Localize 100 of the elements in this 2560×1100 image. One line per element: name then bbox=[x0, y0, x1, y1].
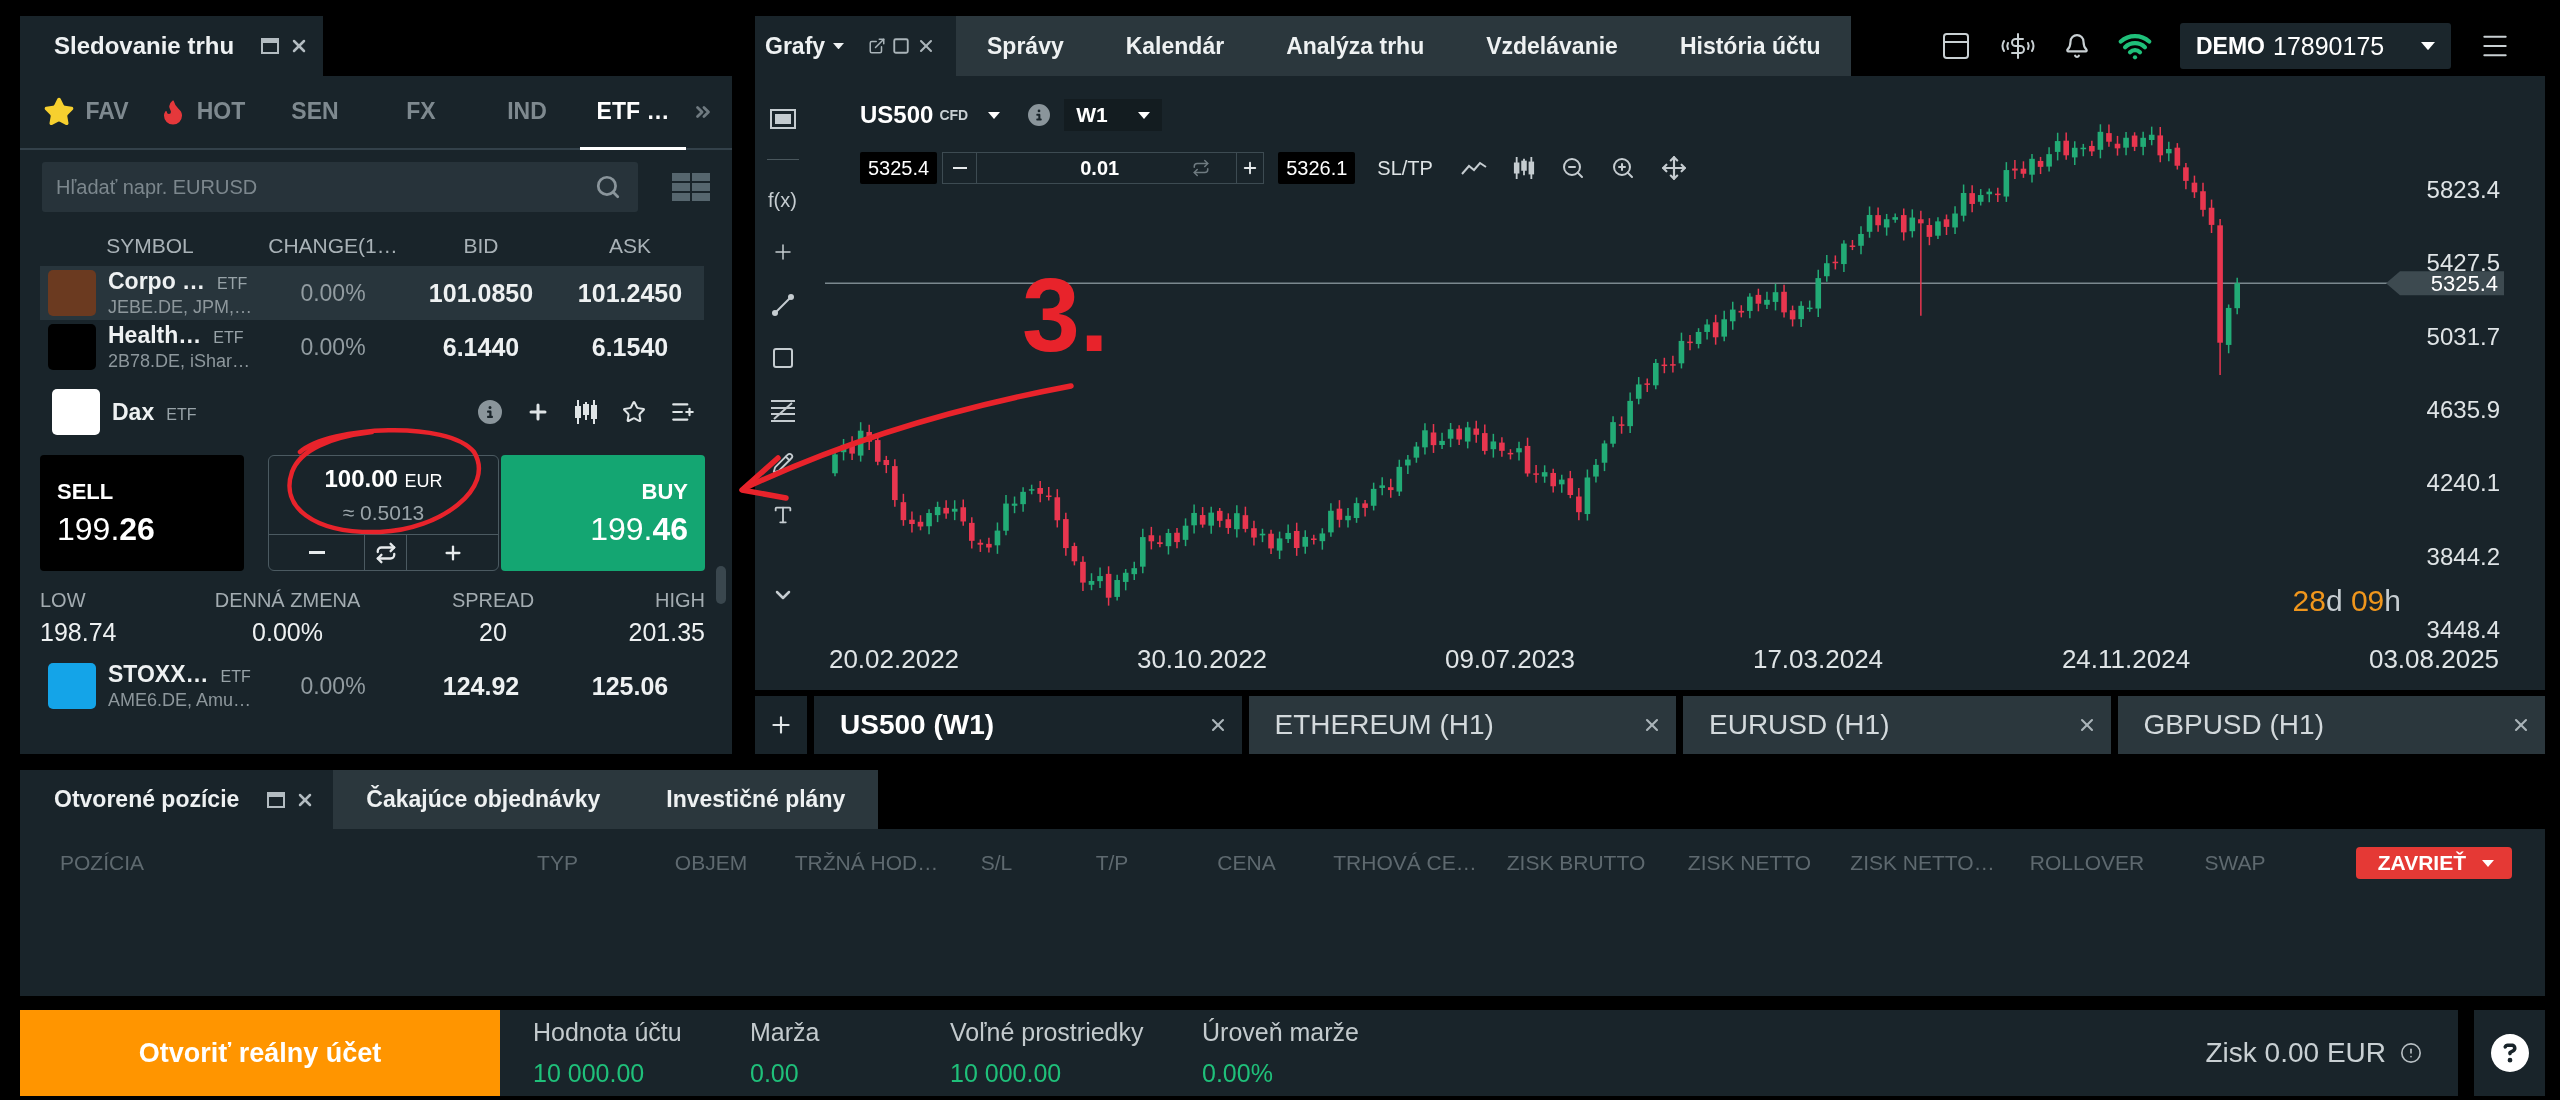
date-axis-label: 24.11.2024 bbox=[2061, 644, 2191, 674]
instrument-type: ETF bbox=[213, 329, 244, 347]
help-button[interactable] bbox=[2474, 1010, 2545, 1096]
instrument-type: ETF bbox=[217, 275, 248, 293]
popout-icon[interactable] bbox=[868, 37, 886, 55]
info-icon[interactable] bbox=[478, 400, 502, 424]
column-header: S/L bbox=[979, 851, 1014, 875]
candlestick-icon[interactable] bbox=[1512, 157, 1535, 179]
zoom-out-icon[interactable] bbox=[1560, 156, 1585, 180]
candle-countdown: 28d 09h bbox=[2292, 584, 2401, 617]
column-header: ROLLOVER bbox=[2028, 851, 2146, 875]
price-axis-label: 5031.7 bbox=[2426, 322, 2500, 350]
column-header: ZISK NETTO bbox=[1686, 851, 1813, 875]
candlestick-icon[interactable] bbox=[574, 400, 598, 424]
sltp-button[interactable]: SL/TP bbox=[1369, 156, 1441, 180]
price-axis-label: 3844.2 bbox=[2426, 542, 2500, 570]
bid-cell-text: 101.0850 bbox=[427, 278, 535, 308]
date-axis-label: 03.08.2025 bbox=[2368, 644, 2500, 674]
column-header: ASK bbox=[608, 234, 652, 258]
add-chart-button[interactable] bbox=[755, 696, 807, 754]
watchlist-row[interactable]: Health… ETF 2B78.DE, iShar… 0.00% 6.1440 6.1540 bbox=[40, 320, 704, 374]
dollar-signal-icon[interactable] bbox=[2000, 33, 2036, 59]
sell-price-button[interactable]: 5325.4 bbox=[860, 152, 938, 184]
stat-label: HIGH bbox=[655, 589, 705, 612]
bell-icon[interactable] bbox=[2064, 33, 2090, 59]
nav-tab[interactable]: Kalendár bbox=[1094, 16, 1256, 76]
maximize-icon[interactable] bbox=[267, 791, 286, 808]
column-header: CENA bbox=[1216, 851, 1277, 875]
levels-icon[interactable] bbox=[770, 400, 795, 422]
positions-tab[interactable]: Investičné plány bbox=[633, 770, 879, 829]
column-header: ZISK BRUTTO bbox=[1505, 851, 1647, 875]
nav-tab[interactable]: Analýza trhu bbox=[1255, 16, 1456, 76]
nav-tab[interactable]: História účtu bbox=[1648, 16, 1852, 76]
swap-arrows-icon bbox=[374, 541, 397, 564]
pencil-icon[interactable] bbox=[771, 452, 794, 474]
close-positions-button[interactable]: ZAVRIEŤ bbox=[2355, 847, 2512, 879]
ask-cell-text: 6.1540 bbox=[590, 332, 670, 362]
minus-icon bbox=[308, 551, 325, 554]
chart-tab[interactable]: EURUSD (H1) bbox=[1683, 696, 2111, 754]
column-header: OBJEM bbox=[673, 851, 749, 875]
caret-icon bbox=[2482, 859, 2494, 867]
positions-tab[interactable]: Otvorené pozície bbox=[20, 770, 334, 829]
column-header: ZISK NETTO… bbox=[1849, 851, 1996, 875]
price-axis-label: 4240.1 bbox=[2426, 469, 2500, 497]
summary-value: 0.00% bbox=[1202, 1059, 1274, 1088]
scrollbar-thumb[interactable] bbox=[716, 566, 726, 604]
symbol-dropdown[interactable]: US500 CFD bbox=[860, 101, 1001, 129]
chart-tab[interactable]: ETHEREUM (H1) bbox=[1248, 696, 1676, 754]
chart-tab[interactable]: GBPUSD (H1) bbox=[2117, 696, 2545, 754]
category-tab[interactable]: IND bbox=[474, 76, 580, 150]
summary-value: 10 000.00 bbox=[533, 1059, 646, 1088]
summary-value: 0.00 bbox=[750, 1059, 800, 1088]
chart-tab[interactable]: US500 (W1) bbox=[814, 696, 1242, 754]
grid-view-icon[interactable] bbox=[672, 173, 710, 201]
info-icon[interactable] bbox=[1028, 104, 1051, 126]
move-icon[interactable] bbox=[1660, 155, 1687, 181]
search-field[interactable]: Hľadať napr. EURUSD bbox=[42, 162, 638, 212]
category-tab[interactable]: HOT bbox=[142, 76, 262, 150]
swap-arrows-icon bbox=[1192, 159, 1211, 177]
screen-icon[interactable] bbox=[769, 109, 796, 129]
maximize-icon[interactable] bbox=[892, 37, 910, 55]
symbol-name: STOXX… bbox=[108, 661, 209, 688]
stat-value: 198.74 bbox=[40, 618, 117, 647]
nav-tab[interactable]: Vzdelávanie bbox=[1455, 16, 1649, 76]
watchlist-row[interactable]: STOXX… ETF AME6.DE, Amu… 0.00% 124.92 125.06 bbox=[40, 659, 704, 713]
account-dropdown[interactable]: DEMO 17890175 bbox=[2180, 23, 2451, 69]
stat-label: LOW bbox=[40, 589, 86, 612]
column-header: T/P bbox=[1094, 851, 1130, 875]
column-header: CHANGE(1… bbox=[267, 234, 399, 258]
buy-price-button[interactable]: 5326.1 bbox=[1278, 152, 1356, 184]
positions-tab[interactable]: Čakajúce objednávky bbox=[333, 770, 634, 829]
trend-line-icon[interactable] bbox=[771, 294, 794, 316]
amount-field[interactable]: 100.00 EUR ≈ 0.5013 bbox=[269, 456, 498, 534]
nav-tab[interactable]: Správy bbox=[956, 16, 1095, 76]
layout-icon[interactable] bbox=[1940, 30, 1972, 62]
star-icon bbox=[43, 95, 76, 128]
star-outline-icon[interactable] bbox=[622, 400, 646, 424]
maximize-icon[interactable] bbox=[261, 38, 279, 54]
quantity-field[interactable]: 0.01 bbox=[976, 153, 1238, 183]
category-tab[interactable]: SEN bbox=[262, 76, 368, 150]
column-header: TRHOVÁ CE… bbox=[1332, 851, 1478, 875]
column-header: BID bbox=[462, 234, 500, 258]
exclamation-circle-icon[interactable] bbox=[2400, 1042, 2422, 1064]
stat-value: 0.00% bbox=[252, 618, 323, 647]
timeframe-dropdown[interactable]: W1 bbox=[1064, 99, 1162, 131]
category-tab[interactable]: FX bbox=[368, 76, 474, 150]
zoom-in-icon[interactable] bbox=[1610, 156, 1635, 180]
instrument-header[interactable]: Dax ETF bbox=[40, 386, 704, 438]
rectangle-icon[interactable] bbox=[770, 346, 795, 370]
line-chart-icon[interactable] bbox=[1460, 160, 1487, 176]
instrument-type: ETF bbox=[220, 668, 251, 686]
ask-cell-text: 125.06 bbox=[590, 671, 670, 701]
category-tab[interactable]: FAV bbox=[30, 76, 142, 150]
column-header: TRŽNÁ HOD… bbox=[793, 851, 940, 875]
function-tool[interactable]: f(x) bbox=[768, 190, 797, 210]
watchlist-row[interactable]: Corpo … ETF JEBE.DE, JPM,… 0.00% 101.0850 101.2450 bbox=[40, 266, 704, 320]
nav-tab[interactable]: Grafy bbox=[755, 16, 956, 76]
sell-button[interactable]: SELL 199.26 bbox=[40, 455, 244, 571]
symbol-name: Corpo … bbox=[108, 268, 206, 295]
category-tab[interactable]: ETF … bbox=[580, 76, 686, 150]
